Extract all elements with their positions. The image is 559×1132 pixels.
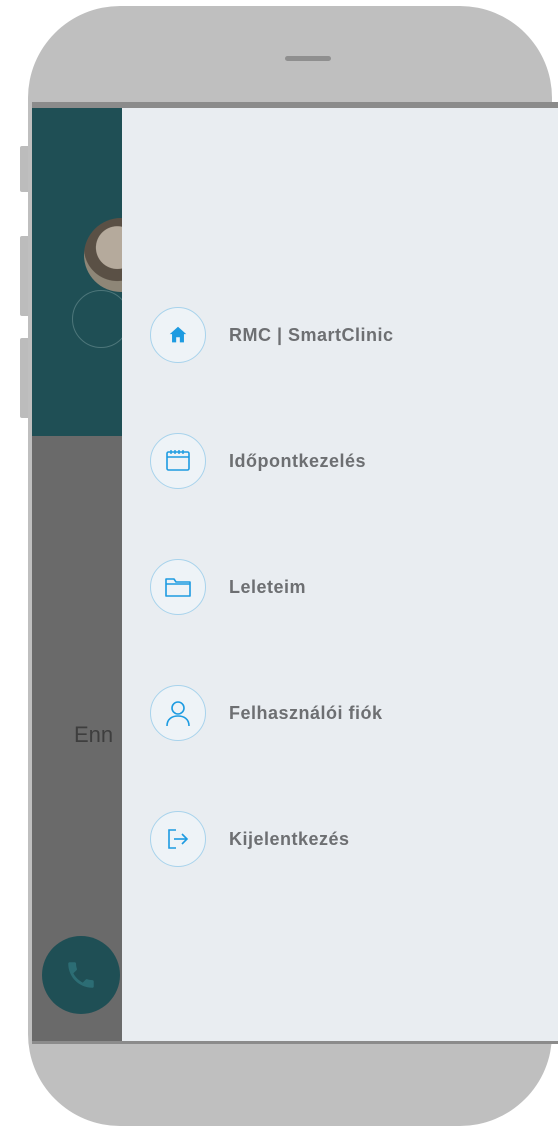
menu-item-label: RMC | SmartClinic [229, 324, 394, 345]
speaker-slot [285, 56, 331, 61]
calendar-icon [150, 433, 206, 489]
menu-item-label: Leleteim [229, 576, 307, 597]
navigation-drawer: RMC | SmartClinic Időpontkezelés Leletei… [122, 108, 558, 1041]
menu-item-home[interactable]: RMC | SmartClinic [150, 304, 394, 366]
phone-screen: Enn RMC | SmartClinic Időpontkezelés Lel… [32, 102, 558, 1044]
folder-icon [150, 559, 206, 615]
menu-item-label: Felhasználói fiók [229, 702, 383, 723]
call-button[interactable] [42, 936, 120, 1014]
volume-up-button [20, 236, 28, 316]
logout-icon [150, 811, 206, 867]
phone-icon [68, 962, 94, 988]
menu-item-label: Időpontkezelés [229, 450, 367, 471]
menu-item-logout[interactable]: Kijelentkezés [150, 808, 394, 870]
menu-item-results[interactable]: Leleteim [150, 556, 394, 618]
drawer-menu: RMC | SmartClinic Időpontkezelés Leletei… [150, 304, 394, 934]
volume-down-button [20, 338, 28, 418]
background-text: Enn [74, 722, 114, 747]
home-icon [150, 307, 206, 363]
user-icon [150, 685, 206, 741]
menu-item-appointments[interactable]: Időpontkezelés [150, 430, 394, 492]
menu-item-label: Kijelentkezés [229, 828, 350, 849]
mute-switch [20, 146, 28, 192]
menu-item-user-account[interactable]: Felhasználói fiók [150, 682, 394, 744]
